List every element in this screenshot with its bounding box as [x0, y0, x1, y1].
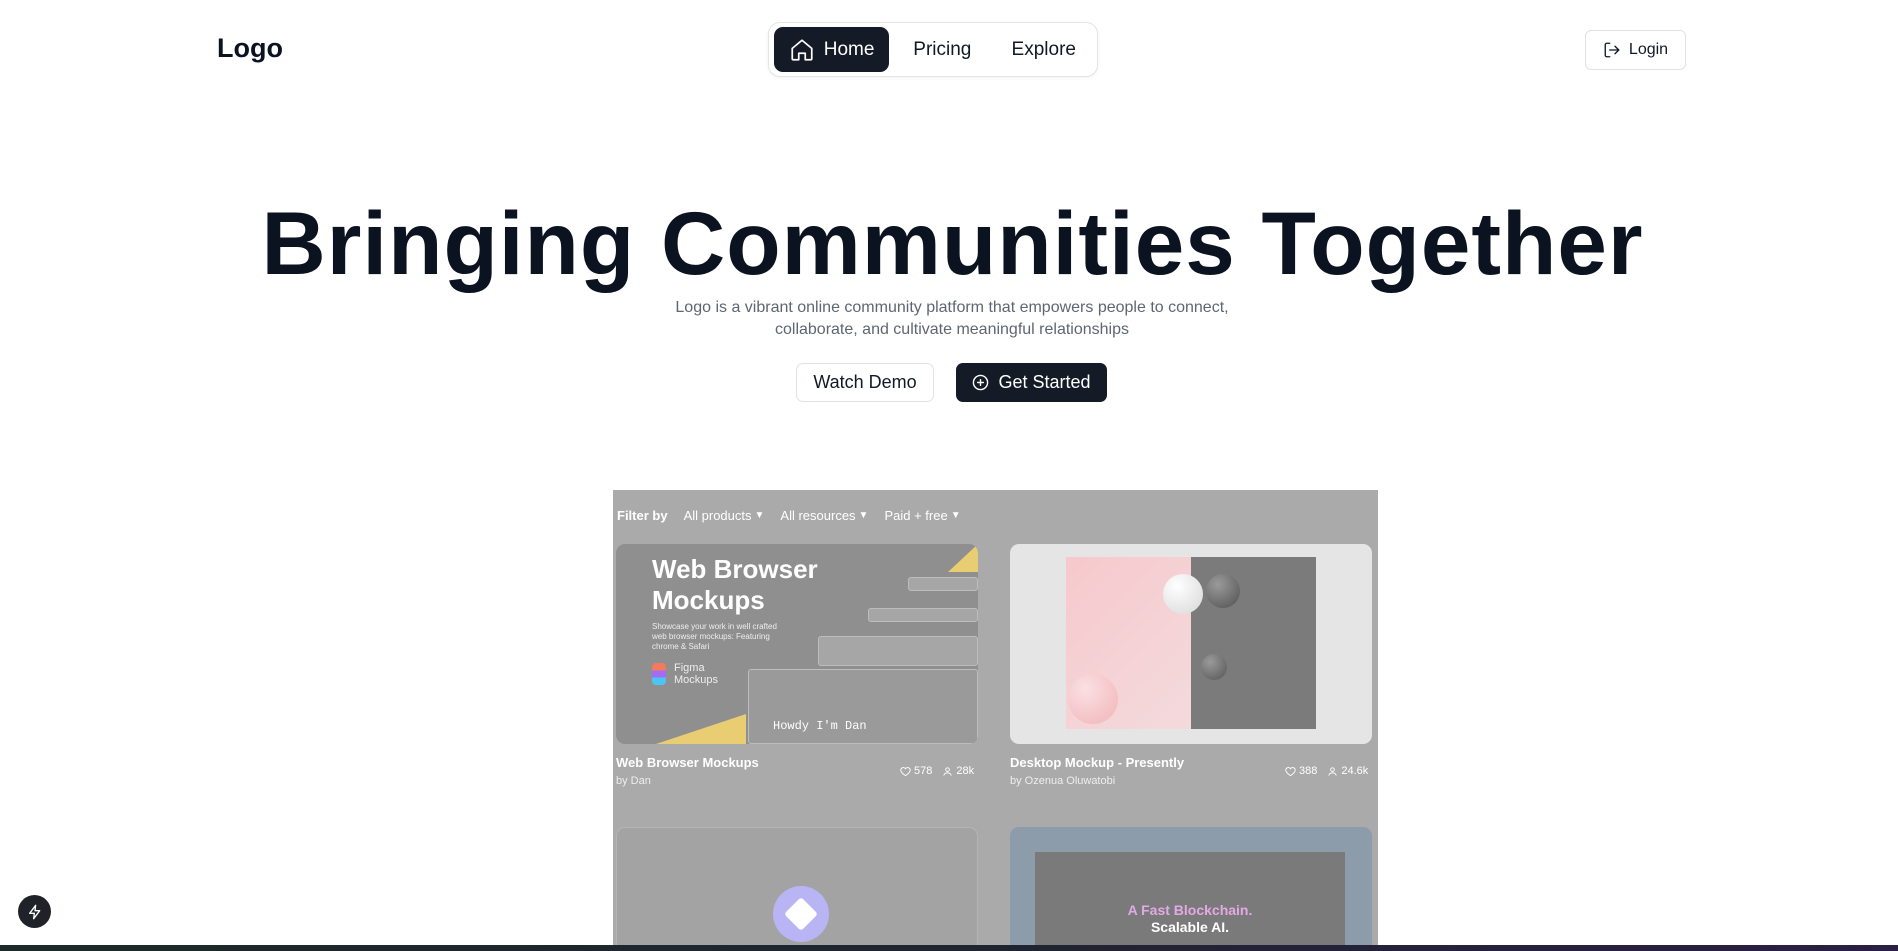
chevron-down-icon: ▼ — [754, 510, 765, 521]
likes-value: 388 — [1299, 765, 1318, 777]
plus-circle-icon — [973, 374, 989, 391]
logo[interactable]: Logo — [217, 33, 283, 64]
login-icon — [1604, 42, 1620, 58]
nav-home-label: Home — [823, 38, 875, 60]
chevron-down-icon: ▼ — [950, 510, 961, 521]
likes-count: 388 — [1285, 765, 1317, 777]
thumb-title-line1: Web Browser — [652, 554, 818, 584]
main-nav: Home Pricing Explore — [768, 22, 1098, 77]
floating-action-button[interactable] — [18, 895, 51, 928]
filter-label: Filter by — [617, 508, 668, 523]
users-count: 28k — [942, 765, 974, 777]
hero-subtitle-line2: collaborate, and cultivate meaningful re… — [775, 321, 1129, 338]
thumb-headline: A Fast Blockchain. Scalable AI. — [1035, 902, 1345, 936]
thumb-screen: A Fast Blockchain. Scalable AI. — [1035, 852, 1345, 951]
thumb-headline-line1: A Fast Blockchain. — [1127, 902, 1253, 918]
card-title[interactable]: Web Browser Mockups — [616, 755, 759, 770]
user-icon — [943, 766, 952, 776]
thumb-title: Web Browser Mockups — [652, 554, 818, 616]
mockup-window — [908, 577, 978, 591]
decor-sphere — [1206, 574, 1240, 608]
card-meta: Web Browser Mockups by Dan — [616, 755, 759, 787]
card-author[interactable]: by Dan — [616, 775, 759, 787]
nav-pricing-label: Pricing — [913, 38, 972, 60]
thumb-howdy: Howdy I'm Dan — [773, 719, 867, 733]
heart-icon — [1285, 766, 1296, 776]
card-desktop-mockup[interactable] — [1010, 544, 1372, 744]
home-icon — [791, 38, 813, 61]
card-title[interactable]: Desktop Mockup - Presently — [1010, 755, 1184, 770]
nav-pricing[interactable]: Pricing — [893, 27, 991, 72]
card-product[interactable] — [616, 827, 978, 951]
mockup-window — [868, 608, 978, 622]
filter-pricing-label: Paid + free — [884, 508, 948, 523]
thumb-title-line2: Mockups — [652, 585, 765, 615]
filter-pricing[interactable]: Paid + free ▼ — [884, 508, 960, 523]
nav-home[interactable]: Home — [774, 27, 890, 72]
nav-explore-label: Explore — [1011, 38, 1076, 60]
login-button[interactable]: Login — [1585, 30, 1686, 70]
decor-triangle — [656, 714, 746, 744]
watch-demo-button[interactable]: Watch Demo — [796, 363, 934, 402]
lightning-icon — [28, 904, 40, 919]
diamond-logo-icon — [773, 886, 829, 942]
decor-sphere — [1163, 574, 1203, 614]
thumb-figma-line2: Mockups — [674, 674, 719, 686]
heart-icon — [900, 766, 911, 776]
filter-resources-label: All resources — [780, 508, 856, 523]
users-value: 28k — [956, 765, 975, 777]
card-stats: 388 24.6k — [1285, 765, 1368, 777]
product-preview: Filter by All products ▼ All resources ▼ P… — [613, 490, 1378, 951]
decor-sphere — [1201, 654, 1227, 680]
filter-products-label: All products — [683, 508, 752, 523]
hero-title: Bringing Communities Together — [261, 193, 1644, 293]
decor-triangle — [948, 544, 978, 572]
hero-subtitle-line1: Logo is a vibrant online community platf… — [675, 299, 1229, 316]
thumb-figma-line1: Figma — [674, 662, 705, 674]
hero-subtitle: Logo is a vibrant online community platf… — [664, 297, 1240, 341]
user-icon — [1328, 766, 1337, 776]
filter-bar: Filter by All products ▼ All resources ▼ P… — [617, 508, 961, 523]
decor-sphere — [1068, 674, 1118, 724]
nav-explore[interactable]: Explore — [996, 27, 1092, 72]
filter-resources[interactable]: All resources ▼ — [780, 508, 868, 523]
users-count: 24.6k — [1327, 765, 1368, 777]
card-web-browser-mockups[interactable]: Web Browser Mockups Showcase your work i… — [616, 544, 978, 744]
thumb-figma: Figma Mockups — [652, 662, 718, 686]
card-meta: Desktop Mockup - Presently by Ozenua Olu… — [1010, 755, 1184, 787]
thumb-headline-line2: Scalable AI. — [1150, 919, 1230, 935]
mockup-window — [818, 636, 978, 666]
bottom-bar — [0, 945, 1898, 951]
card-author[interactable]: by Ozenua Oluwatobi — [1010, 775, 1184, 787]
likes-count: 578 — [900, 765, 932, 777]
filter-products[interactable]: All products ▼ — [684, 508, 765, 523]
thumb-description: Showcase your work in well crafted web b… — [652, 622, 777, 651]
watch-demo-label: Watch Demo — [813, 372, 917, 392]
get-started-label: Get Started — [998, 372, 1091, 392]
likes-value: 578 — [914, 765, 933, 777]
card-blockchain[interactable]: A Fast Blockchain. Scalable AI. — [1010, 827, 1372, 951]
login-label: Login — [1628, 41, 1669, 58]
users-value: 24.6k — [1341, 765, 1369, 777]
chevron-down-icon: ▼ — [858, 510, 869, 521]
figma-icon — [652, 663, 666, 685]
get-started-button[interactable]: Get Started — [956, 363, 1107, 402]
card-stats: 578 28k — [900, 765, 974, 777]
